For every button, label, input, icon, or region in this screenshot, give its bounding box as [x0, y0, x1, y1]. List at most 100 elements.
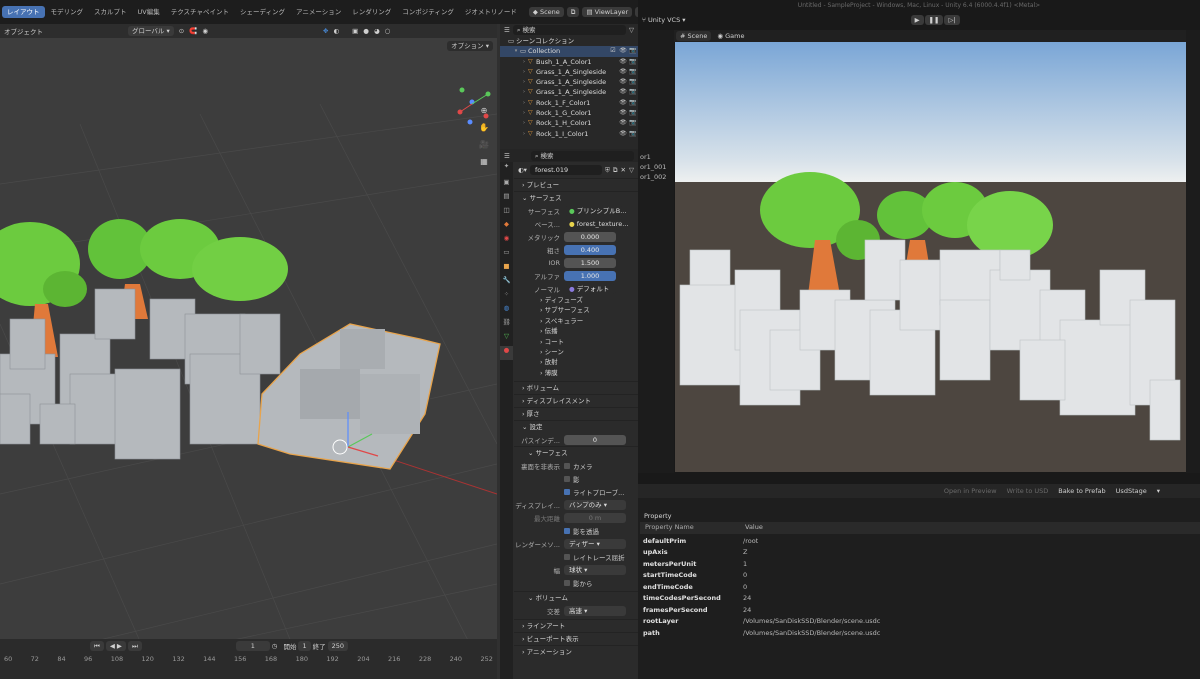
properties-search[interactable]: ⌕ 検索: [530, 150, 634, 161]
shadow-checkbox[interactable]: [564, 475, 570, 482]
transform-orientation[interactable]: グローバル ▾: [128, 26, 174, 36]
settings-panel[interactable]: ⌄ 設定: [514, 420, 638, 434]
physics-tab-icon[interactable]: ◍: [500, 304, 513, 318]
transparent-shadow-checkbox[interactable]: [564, 527, 570, 534]
camera-icon[interactable]: 📷: [628, 129, 638, 139]
camera-checkbox[interactable]: [564, 462, 570, 469]
property-row[interactable]: startTimeCode 0: [638, 570, 1200, 582]
shading-material-icon[interactable]: ◕: [374, 27, 380, 35]
workspace-tab[interactable]: スカルプト: [89, 6, 132, 18]
workspace-tab[interactable]: コンポジティング: [397, 6, 459, 18]
grid-view-icon[interactable]: ▦: [477, 157, 491, 171]
expand-arrow-icon[interactable]: ›: [520, 98, 528, 108]
camera-icon[interactable]: 📷: [628, 118, 638, 128]
collection-row[interactable]: ▾ ▭ Collection ☑ 👁 📷: [500, 46, 638, 57]
surface-panel[interactable]: ⌄ サーフェス: [514, 191, 638, 204]
light-probe-checkbox[interactable]: [564, 488, 570, 495]
material-name[interactable]: forest.019: [529, 165, 603, 175]
base-color-field[interactable]: ● forest_texture...: [564, 218, 628, 229]
outliner-item[interactable]: › ▽ Bush_1_A_Color1 👁 📷: [500, 57, 638, 67]
camera-icon[interactable]: 📷: [628, 108, 638, 118]
surface-subpanel[interactable]: › ディフューズ: [514, 295, 638, 305]
outliner-item[interactable]: › ▽ Rock_1_F_Color1 👁 📷: [500, 98, 638, 108]
checkbox-icon[interactable]: ☑: [608, 46, 618, 56]
expand-arrow-icon[interactable]: ›: [520, 87, 528, 97]
3d-viewport[interactable]: オブジェクト グローバル ▾ ⊙ 🧲 ◉ ✥ ◐ ▣ ● ◕ ○ オプション ▾: [0, 24, 497, 639]
raytrace-refraction-checkbox[interactable]: [564, 553, 570, 560]
output-tab-icon[interactable]: ▤: [500, 192, 513, 206]
displacement-method-dropdown[interactable]: バンプのみ ▾: [564, 499, 626, 510]
eye-icon[interactable]: 👁: [618, 129, 628, 139]
jump-end-button[interactable]: ⏭: [127, 641, 142, 651]
editor-type-icon[interactable]: ☰: [504, 26, 510, 34]
shield-icon[interactable]: ⛨: [605, 166, 610, 175]
hand-icon[interactable]: ✋: [477, 123, 491, 137]
property-row[interactable]: timeCodesPerSecond 24: [638, 593, 1200, 605]
copy-icon[interactable]: ⧉: [613, 166, 618, 175]
workspace-tab[interactable]: テクスチャペイント: [166, 6, 234, 18]
hierarchy-item[interactable]: or1: [640, 152, 666, 162]
current-frame-field[interactable]: 1: [235, 641, 270, 651]
eye-icon[interactable]: 👁: [618, 118, 628, 128]
surface-subpanel[interactable]: › シーン: [514, 347, 638, 357]
eye-icon[interactable]: 👁: [618, 67, 628, 77]
scene-copy-button[interactable]: ⧉: [566, 7, 580, 17]
game-view[interactable]: [675, 42, 1186, 472]
animation-panel[interactable]: › アニメーション: [514, 645, 638, 659]
expand-arrow-icon[interactable]: ›: [520, 67, 528, 77]
timeline-ruler[interactable]: 60 72 84 96 108 120 132 144 156 168 180 192 204 216 22…: [0, 653, 497, 665]
editor-type-icon[interactable]: ☰: [504, 152, 510, 160]
snap-icon[interactable]: 🧲: [189, 27, 197, 35]
property-row[interactable]: rootLayer/Volumes/SanDiskSSD/Blender/sce…: [638, 616, 1200, 628]
outliner-search[interactable]: ⌕ 検索: [512, 25, 626, 35]
surface-subpanel[interactable]: › 伝播: [514, 326, 638, 336]
metallic-field[interactable]: 0.000: [564, 231, 616, 242]
expand-arrow-icon[interactable]: ›: [520, 129, 528, 139]
settings-surface-subpanel[interactable]: ⌄ サーフェス: [514, 446, 638, 460]
property-row[interactable]: defaultPrim/root: [638, 536, 1200, 548]
eye-icon[interactable]: 👁: [618, 87, 628, 97]
eye-icon[interactable]: 👁: [618, 108, 628, 118]
open-in-preview-button[interactable]: Open in Preview: [944, 487, 997, 495]
world-tab-icon[interactable]: ◉: [500, 234, 513, 248]
timer-icon[interactable]: ◷: [272, 642, 278, 650]
bake-to-prefab-button[interactable]: Bake to Prefab: [1058, 487, 1105, 495]
material-tab-icon[interactable]: ●: [500, 346, 513, 360]
overlay-icon[interactable]: ◐: [333, 27, 339, 35]
modifier-tab-icon[interactable]: 🔧: [500, 276, 513, 290]
expand-arrow-icon[interactable]: ›: [520, 77, 528, 87]
outliner-item[interactable]: › ▽ Grass_1_A_Singleside 👁 📷: [500, 87, 638, 97]
property-row[interactable]: framesPerSecond 24: [638, 605, 1200, 617]
scene-collection[interactable]: ▭ シーンコレクション: [500, 36, 638, 46]
gizmo-toggle-icon[interactable]: ✥: [323, 27, 328, 35]
eye-icon[interactable]: 👁: [618, 98, 628, 108]
workspace-tab[interactable]: シェーディング: [235, 6, 290, 18]
write-to-usd-button[interactable]: Write to USD: [1007, 487, 1049, 495]
property-row[interactable]: path/Volumes/SanDiskSSD/Blender/scene.us…: [638, 628, 1200, 640]
property-row[interactable]: endTimeCode 0: [638, 582, 1200, 594]
data-tab-icon[interactable]: ▽: [500, 332, 513, 346]
pass-index-field[interactable]: 0: [564, 434, 626, 445]
filter-icon[interactable]: ▽: [629, 166, 634, 174]
camera-icon[interactable]: 📷: [628, 77, 638, 87]
xray-icon[interactable]: ▣: [352, 27, 358, 35]
close-icon[interactable]: ✕: [621, 166, 626, 174]
displacement-panel[interactable]: › ディスプレイスメント: [514, 394, 638, 408]
scene-selector[interactable]: ◆ Scene: [528, 7, 564, 17]
intersection-dropdown[interactable]: 高速 ▾: [564, 605, 626, 616]
workspace-tab[interactable]: モデリング: [46, 6, 89, 18]
lineart-panel[interactable]: › ラインアート: [514, 619, 638, 633]
camera-icon[interactable]: 📷: [628, 57, 638, 67]
ior-field[interactable]: 1.500: [564, 257, 616, 268]
camera-icon[interactable]: 📷: [628, 67, 638, 77]
particles-tab-icon[interactable]: ⁘: [500, 290, 513, 304]
expand-arrow-icon[interactable]: ›: [520, 108, 528, 118]
preview-panel[interactable]: › プレビュー: [514, 178, 638, 191]
constraint-tab-icon[interactable]: ⛓: [500, 318, 513, 332]
scene-tab-icon[interactable]: ◆: [500, 220, 513, 234]
surface-subpanel[interactable]: › スペキュラー: [514, 316, 638, 326]
workspace-tab[interactable]: UV編集: [133, 6, 165, 18]
property-row[interactable]: metersPerUnit 1: [638, 559, 1200, 571]
hierarchy-item[interactable]: or1_002: [640, 172, 666, 182]
workspace-tab[interactable]: レイアウト: [2, 6, 45, 18]
